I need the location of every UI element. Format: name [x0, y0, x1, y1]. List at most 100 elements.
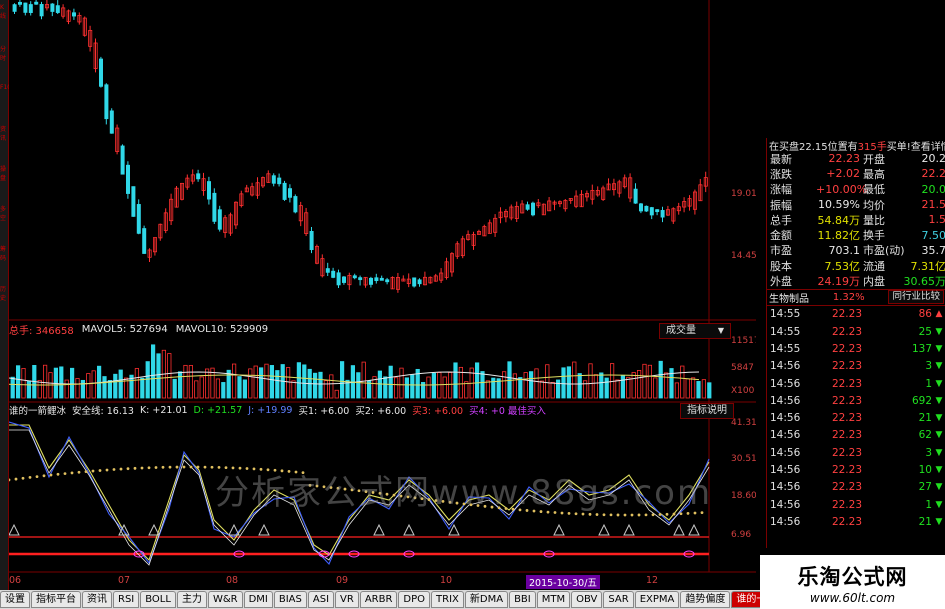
logo-title: 乐淘公式网	[797, 565, 908, 589]
tab-item[interactable]: VR	[335, 591, 359, 608]
quote-value: 35.7	[921, 243, 945, 257]
tick-p: 22.23	[831, 515, 862, 528]
tab-item[interactable]: ARBR	[359, 591, 398, 608]
tick-v: 1	[925, 377, 932, 390]
tab-item[interactable]: W&R	[207, 591, 243, 608]
quote-value: 54.84万	[817, 213, 861, 227]
tab-item[interactable]: MTM	[536, 591, 571, 608]
left-strip-item[interactable]: 资讯	[0, 124, 8, 142]
tick-row: 14:56 22.23 27 ▼	[767, 479, 945, 496]
left-strip-item[interactable]: 分时	[0, 44, 8, 62]
tab-item[interactable]: OBV	[571, 591, 603, 608]
quote-row: 涨跌 +2.02 最高 22.2	[767, 166, 945, 181]
volume-bar	[383, 376, 388, 399]
tick-t: 14:56	[770, 515, 801, 528]
tab-item[interactable]: 谁的一箭鲤冰	[731, 591, 760, 608]
tab-item[interactable]: DMI	[243, 591, 273, 608]
left-strip-item[interactable]: 多空	[0, 204, 8, 222]
tab-item[interactable]: 指标平台	[31, 591, 81, 608]
candle-body	[531, 202, 536, 216]
quote-row: 外盘 24.19万 内盘 30.65万	[767, 273, 945, 288]
arrow-down-icon: ▼	[935, 343, 943, 354]
tab-item[interactable]: TRIX	[431, 591, 464, 608]
quote-value: 1.5	[928, 213, 945, 227]
tab-item[interactable]: 资讯	[82, 591, 112, 608]
quote-key: 涨跌	[770, 167, 792, 181]
candle-body	[72, 12, 77, 17]
tick-v: 27	[918, 481, 932, 494]
left-function-strip[interactable]: K线分时 F10 资讯操盘多空筹码历史	[0, 0, 11, 590]
safe-line-dot	[42, 474, 46, 478]
quote-value: 7.53亿	[824, 259, 861, 273]
tick-p: 22.23	[831, 394, 862, 407]
tab-item[interactable]: SAR	[603, 591, 634, 608]
volume-bar	[566, 366, 572, 399]
tick-t: 14:56	[770, 360, 801, 373]
k-value-label: K: +21.01	[139, 404, 188, 416]
tab-item[interactable]: ASI	[307, 591, 335, 608]
tick-row: 14:56 22.23 692 ▼	[767, 392, 945, 409]
tick-p: 22.23	[831, 325, 862, 338]
tick-row: 14:55 22.23 137 ▼	[767, 340, 945, 357]
candle-body	[385, 279, 390, 283]
indicator-help-button[interactable]: 指标说明	[680, 403, 734, 419]
sector-compare-button[interactable]: 同行业比较	[888, 290, 944, 305]
left-strip-item[interactable]: 筹码	[0, 244, 8, 262]
tab-item[interactable]: 设置	[0, 591, 30, 608]
tab-item[interactable]: 趋势偏度	[680, 591, 731, 608]
tab-item[interactable]: BIAS	[273, 591, 307, 608]
tick-v: 3	[925, 360, 932, 373]
quote-key: 量比	[863, 213, 885, 227]
axis-value-label: 19.01	[731, 189, 756, 199]
quote-key: 振幅	[770, 198, 792, 212]
safe-line-dot	[49, 473, 53, 477]
tab-item[interactable]: RSI	[113, 591, 140, 608]
tab-item[interactable]: 新DMA	[464, 591, 509, 608]
x-axis-label-07: 07	[118, 575, 131, 586]
tab-item[interactable]: BOLL	[140, 591, 176, 608]
volume-bar	[658, 360, 663, 399]
quote-row: 股本 7.53亿 流通 7.31亿	[767, 258, 945, 273]
arrow-down-icon: ▼	[935, 464, 943, 475]
quote-panel-header[interactable]: 在买盘22.15位置有 315手 买单!查看详情	[767, 138, 945, 151]
x-axis-label-09: 09	[336, 575, 349, 586]
candle-body	[136, 204, 141, 234]
volume-bar	[518, 377, 523, 399]
volume-indicator-select[interactable]: 成交量 ▼	[659, 323, 731, 339]
tab-item[interactable]: BBI	[509, 591, 536, 608]
tick-row: 14:56 22.23 21 ▼	[767, 409, 945, 426]
candle-body	[287, 188, 292, 198]
tab-item[interactable]: DPO	[398, 591, 431, 608]
tab-item[interactable]: EXPMA	[634, 591, 680, 608]
quote-row: 金额 11.82亿 换手 7.50	[767, 227, 945, 243]
buy4-label: 买4: +0 最佳买入	[469, 406, 546, 417]
safe-line-dot	[630, 513, 634, 517]
left-strip-item[interactable]: 操盘	[0, 164, 8, 182]
volume-bar	[10, 376, 15, 399]
volume-bar	[172, 378, 177, 399]
sector-name: 生物制品	[769, 293, 809, 305]
volume-bar	[312, 372, 318, 399]
tick-row: 14:56 22.23 10 ▼	[767, 461, 945, 478]
tab-item[interactable]: 主力	[176, 591, 207, 608]
left-strip-item[interactable]: 历史	[0, 284, 8, 302]
volume-bar	[388, 365, 393, 399]
tick-p: 22.23	[831, 429, 862, 442]
volume-bar	[70, 367, 75, 399]
left-strip-item[interactable]: K线	[0, 4, 8, 20]
quote-value: 22.23	[828, 152, 861, 166]
safe-line-dot	[70, 471, 74, 475]
safe-line-dot	[14, 477, 18, 481]
candle-body	[633, 188, 638, 204]
bid-notice-link[interactable]: 买单!查看详情	[887, 138, 945, 151]
safe-line-dot	[147, 466, 151, 470]
quote-row: 市盈 703.1 市盈(动) 35.7	[767, 243, 945, 258]
volume-info-bar: 总手: 346658 MAVOL5: 527694 MAVOL10: 52990…	[9, 322, 629, 337]
safe-line-dot	[119, 467, 123, 471]
quote-key: 最高	[863, 167, 885, 181]
left-strip-item[interactable]: F10	[0, 84, 11, 91]
axis-value-label: 30.51	[731, 454, 756, 464]
safe-line-dot	[126, 467, 130, 471]
volume-bar	[242, 379, 247, 399]
quote-key: 市盈(动)	[863, 244, 905, 258]
